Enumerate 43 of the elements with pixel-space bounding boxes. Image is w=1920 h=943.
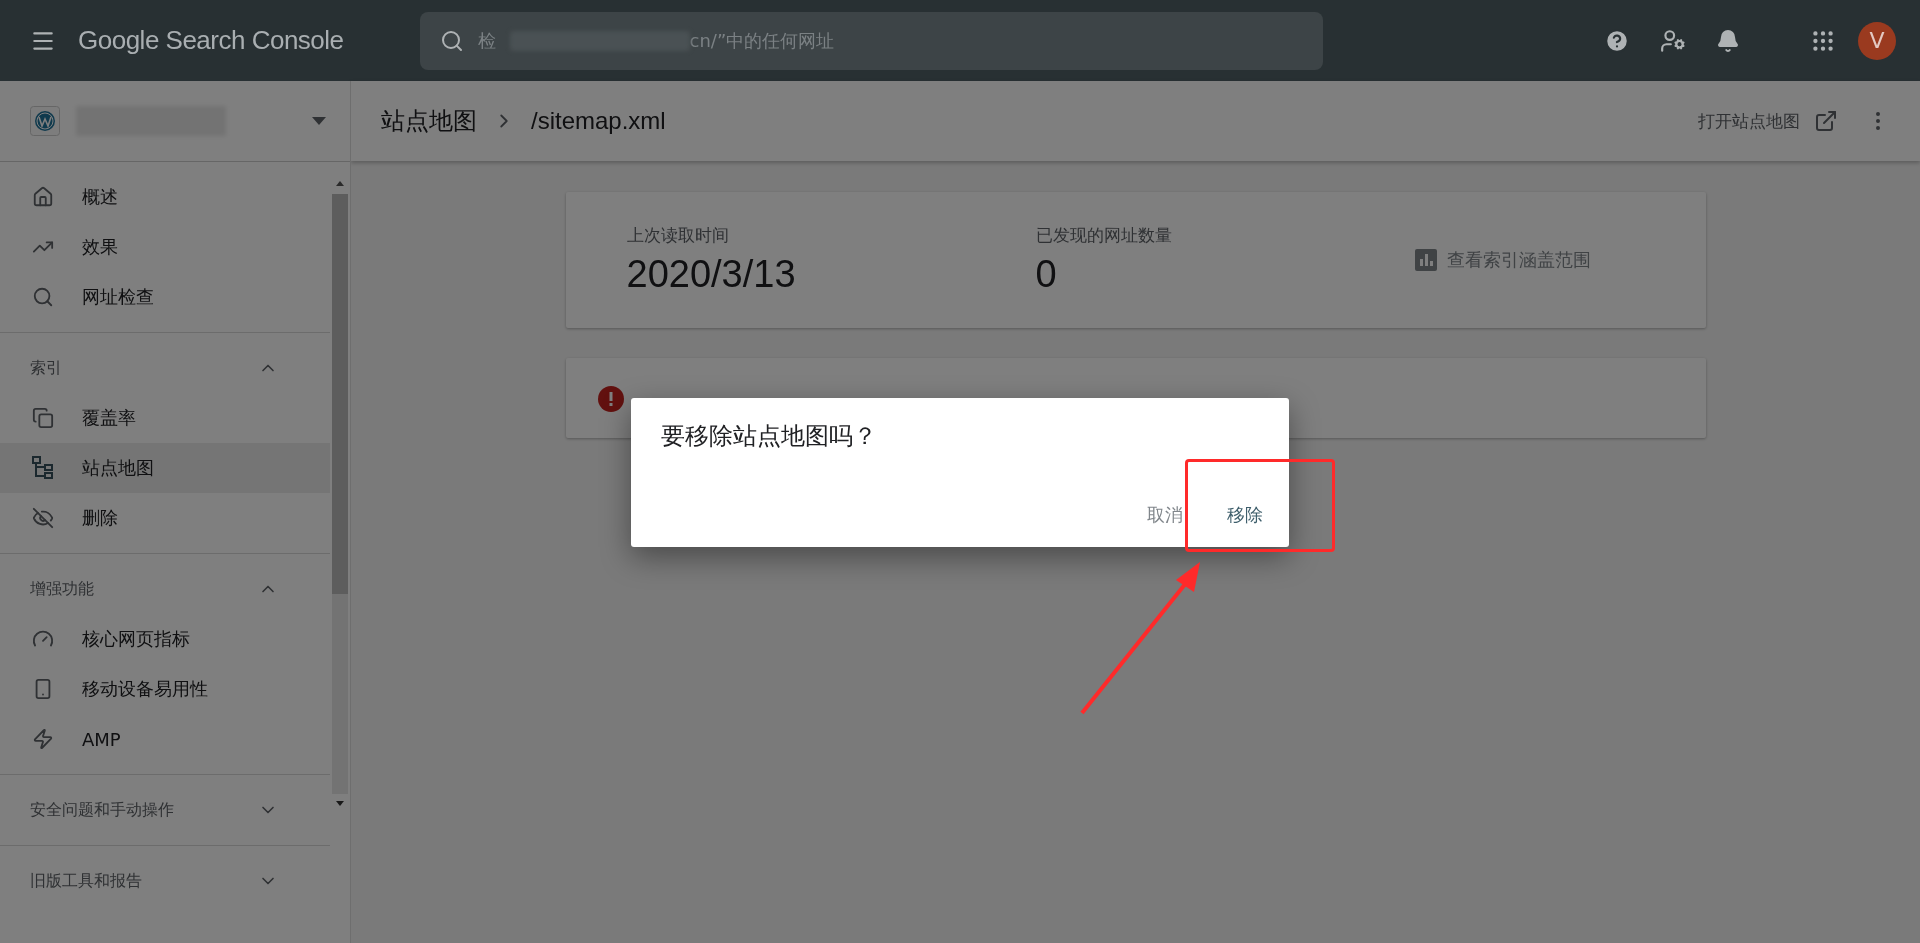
external-link-icon[interactable] [1814, 109, 1838, 133]
section-header[interactable]: 安全问题和手动操作 [0, 785, 330, 835]
coverage-link[interactable]: 查看索引涵盖范围 [1414, 248, 1591, 272]
bell-icon[interactable] [1716, 28, 1740, 53]
search-placeholder: 检 [477, 28, 496, 53]
product-logo[interactable]: Google Search Console [78, 25, 344, 56]
sidebar-item[interactable]: 删除 [0, 493, 330, 543]
remove-button[interactable]: 移除 [1209, 491, 1281, 539]
sitemap-icon [32, 456, 54, 480]
home-icon [32, 186, 54, 208]
open-sitemap-link[interactable]: 打开站点地图 [1698, 109, 1800, 133]
sidebar-item[interactable]: 效果 [0, 222, 330, 272]
search-icon [32, 286, 54, 308]
dropdown-caret-icon[interactable] [312, 117, 326, 125]
search-icon [439, 28, 464, 53]
page-title: /sitemap.xml [531, 107, 666, 135]
avatar[interactable]: V [1858, 21, 1896, 60]
stat-value: 2020/3/13 [626, 253, 796, 296]
breadcrumb-link[interactable]: 站点地图 [381, 105, 477, 137]
sidebar-item[interactable]: 站点地图 [0, 443, 330, 493]
cancel-button[interactable]: 取消 [1129, 491, 1201, 539]
sidebar-item[interactable]: 网址检查 [0, 272, 330, 322]
stat-label: 已发现的网址数量 [1035, 224, 1172, 247]
sidebar-item[interactable]: 核心网页指标 [0, 614, 330, 664]
sidebar-item[interactable]: 概述 [0, 172, 330, 222]
error-icon [597, 386, 624, 412]
dialog-title: 要移除站点地图吗？ [661, 421, 878, 452]
stat-value: 0 [1035, 253, 1057, 296]
section-header[interactable]: 索引 [0, 343, 330, 393]
lightning-icon [32, 728, 54, 750]
stat-label: 上次读取时间 [626, 224, 729, 247]
sidebar-item[interactable]: 移动设备易用性 [0, 664, 330, 714]
section-header[interactable]: 增强功能 [0, 564, 330, 614]
user-settings-icon[interactable] [1660, 27, 1686, 54]
sidebar-item[interactable]: 覆盖率 [0, 393, 330, 443]
search-field[interactable]: 检 cn/”中的任何网址 [419, 11, 1323, 70]
bar-chart-icon [1414, 249, 1437, 271]
copy-icon [32, 407, 54, 429]
section-header[interactable]: 旧版工具和报告 [0, 856, 330, 906]
search-placeholder: cn/”中的任何网址 [689, 28, 835, 53]
sidebar-item[interactable]: AMP [0, 714, 330, 764]
wordpress-icon [30, 106, 60, 136]
eye-off-icon [32, 507, 54, 529]
